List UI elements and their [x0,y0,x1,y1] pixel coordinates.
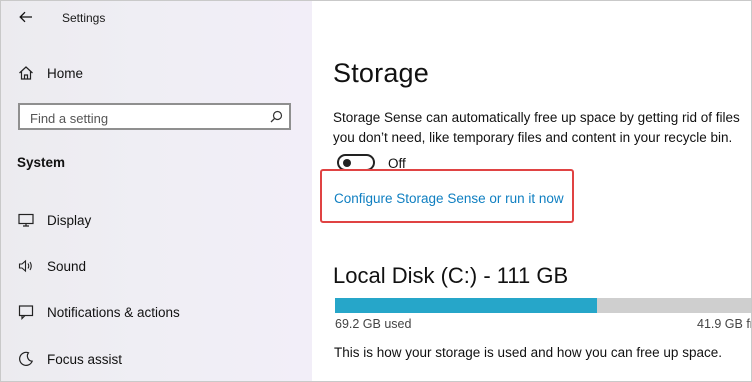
sidebar-item-home[interactable]: Home [17,62,83,84]
speaker-icon [17,257,35,275]
home-icon [17,64,35,82]
main-content: Storage Storage Sense can automatically … [312,1,751,381]
sidebar-item-focus-assist[interactable]: Focus assist [17,348,122,370]
sidebar-item-label: Focus assist [47,351,123,367]
disk-usage-bar [335,298,751,313]
page-title: Storage [333,58,429,88]
toggle-knob [343,159,351,167]
notification-icon [17,303,35,321]
sidebar-item-label: Display [47,212,92,228]
app-title: Settings [62,11,106,25]
sidebar-item-sound[interactable]: Sound [17,255,86,277]
storage-usage-link-text[interactable]: This is how your storage is used and how… [334,345,722,360]
sidebar-item-label: Notifications & actions [47,304,180,320]
disk-usage-bar-used [335,298,597,313]
configure-storage-sense-link[interactable]: Configure Storage Sense or run it now [334,191,564,206]
disk-title: Local Disk (C:) - 111 GB [333,263,569,288]
display-icon [17,211,35,229]
disk-used-label: 69.2 GB used [335,317,412,331]
section-title-system: System [17,155,66,170]
sidebar-item-notifications[interactable]: Notifications & actions [17,301,180,323]
back-button[interactable] [15,7,37,27]
sidebar-item-display[interactable]: Display [17,209,91,231]
search-input-container[interactable] [18,103,291,130]
moon-icon [17,350,35,368]
storage-sense-description: Storage Sense can automatically free up … [333,110,740,145]
sidebar-item-label: Home [47,65,84,81]
sidebar: Settings Home System [1,1,312,381]
disk-free-label: 41.9 GB fr [697,317,752,331]
search-icon[interactable] [270,110,283,128]
search-input[interactable] [28,108,262,128]
sidebar-item-label: Sound [47,258,87,274]
settings-window: Settings Home System [0,0,752,382]
back-arrow-icon [19,11,32,23]
